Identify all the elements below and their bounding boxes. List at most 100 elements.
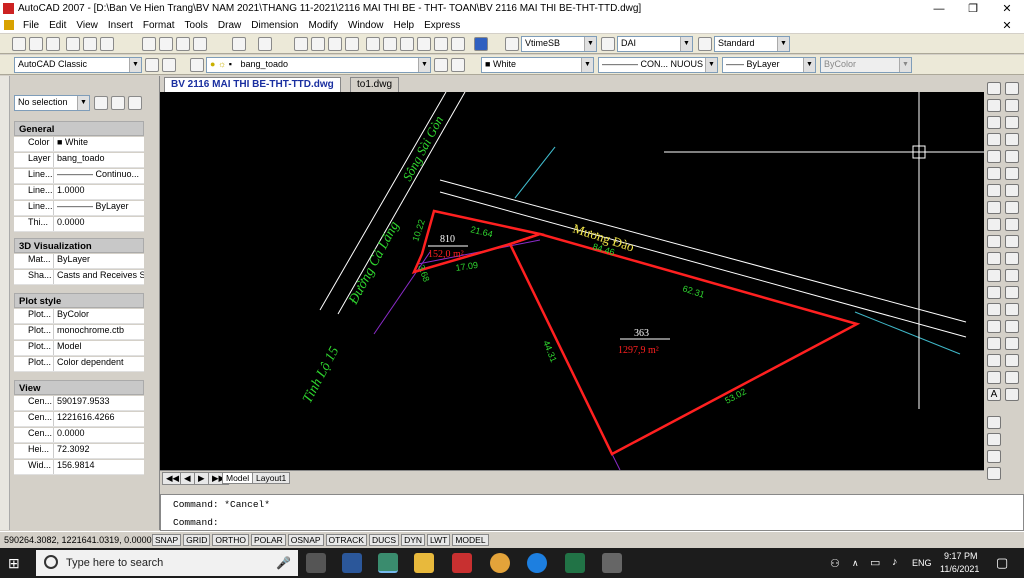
menu-dimension[interactable]: Dimension: [246, 20, 303, 31]
circle-icon[interactable]: [987, 184, 1001, 197]
redo-icon[interactable]: [258, 37, 272, 51]
move-icon[interactable]: [1005, 167, 1019, 180]
make-current-icon[interactable]: [434, 58, 448, 72]
tab-layout1[interactable]: Layout1: [252, 472, 291, 484]
rotate-icon[interactable]: [1005, 184, 1019, 197]
zoom-realtime-icon[interactable]: [311, 37, 325, 51]
dim-aligned-icon[interactable]: [1005, 371, 1019, 384]
open-icon[interactable]: [29, 37, 43, 51]
dim-linear-icon[interactable]: [1005, 354, 1019, 367]
command-line[interactable]: Command: *Cancel* Command:: [160, 494, 1024, 531]
construction-line-icon[interactable]: [987, 99, 1001, 112]
paste-icon[interactable]: [176, 37, 190, 51]
properties-icon[interactable]: [366, 37, 380, 51]
notifications-icon[interactable]: ▢: [996, 555, 1008, 571]
mirror-icon[interactable]: [1005, 116, 1019, 129]
prop-row[interactable]: Cen... 1221616.4266: [14, 412, 144, 427]
section-plot-style[interactable]: Plot style: [14, 293, 144, 308]
break-icon[interactable]: [1005, 269, 1019, 282]
section-3d-visualization[interactable]: 3D Visualization: [14, 238, 144, 253]
taskbar-search-box[interactable]: Type here to search 🎤: [36, 550, 298, 576]
markup-icon[interactable]: [434, 37, 448, 51]
microphone-icon[interactable]: 🎤: [276, 556, 291, 570]
quick-select-icon[interactable]: [128, 96, 142, 110]
undo-icon[interactable]: [232, 37, 246, 51]
file-explorer-icon[interactable]: [414, 553, 434, 573]
layer-tool-icon[interactable]: [987, 467, 1001, 480]
make-block-icon[interactable]: [987, 286, 1001, 299]
insert-block-icon[interactable]: [987, 269, 1001, 282]
stretch-icon[interactable]: [1005, 218, 1019, 231]
layer-select[interactable]: ● ☼ ▪ bang_toado ▼: [206, 57, 431, 73]
status-polar[interactable]: POLAR: [250, 534, 286, 546]
prop-row[interactable]: Thi... 0.0000: [14, 217, 144, 232]
palette-title-strip[interactable]: [0, 76, 10, 530]
status-ducs[interactable]: DUCS: [368, 534, 400, 546]
volume-icon[interactable]: ♪: [892, 556, 898, 568]
prop-row[interactable]: Line... ———— Continuo...: [14, 169, 144, 184]
menu-help[interactable]: Help: [389, 20, 420, 31]
calculator-icon[interactable]: [451, 37, 465, 51]
scale-icon[interactable]: [1005, 201, 1019, 214]
command-prompt[interactable]: Command:: [173, 517, 219, 528]
section-general[interactable]: General: [14, 121, 144, 136]
prop-row[interactable]: Line... 1.0000: [14, 185, 144, 200]
status-lwt[interactable]: LWT: [427, 534, 451, 546]
prop-row[interactable]: Plot... Model: [14, 341, 144, 356]
prop-row[interactable]: Line... ———— ByLayer: [14, 201, 144, 216]
clock-time[interactable]: 9:17 PM: [944, 551, 978, 561]
start-icon[interactable]: ⊞: [8, 555, 24, 571]
save-workspace-icon[interactable]: [162, 58, 176, 72]
menu-view[interactable]: View: [71, 20, 103, 31]
menu-tools[interactable]: Tools: [180, 20, 213, 31]
polyline-icon[interactable]: [987, 116, 1001, 129]
layer-previous-icon[interactable]: [451, 58, 465, 72]
calculator-app-icon[interactable]: [602, 553, 622, 573]
point-icon[interactable]: [987, 303, 1001, 316]
polygon-icon[interactable]: [987, 133, 1001, 146]
status-model[interactable]: MODEL: [452, 534, 489, 546]
word-icon[interactable]: [342, 553, 362, 573]
prop-row[interactable]: Mat... ByLayer: [14, 254, 144, 269]
select-objects-icon[interactable]: [111, 96, 125, 110]
zalo-icon[interactable]: [527, 553, 547, 573]
arc-icon[interactable]: [987, 167, 1001, 180]
app-icon[interactable]: [452, 553, 472, 573]
menu-window[interactable]: Window: [343, 20, 389, 31]
toggle-pickadd-icon[interactable]: [94, 96, 108, 110]
menu-insert[interactable]: Insert: [103, 20, 138, 31]
new-icon[interactable]: [12, 37, 26, 51]
tab-model[interactable]: Model: [222, 472, 254, 484]
lineweight-select[interactable]: —— ByLayer ▼: [722, 57, 816, 73]
help-icon[interactable]: [474, 37, 488, 51]
fillet-icon[interactable]: [1005, 320, 1019, 333]
spline-icon[interactable]: [987, 218, 1001, 231]
prop-row[interactable]: Plot... Color dependent: [14, 357, 144, 372]
status-snap[interactable]: SNAP: [152, 534, 182, 546]
people-icon[interactable]: ⚇: [830, 557, 840, 570]
design-center-icon[interactable]: [383, 37, 397, 51]
layer-tool-icon[interactable]: [987, 433, 1001, 446]
status-ortho[interactable]: ORTHO: [212, 534, 249, 546]
text-style-icon[interactable]: [505, 37, 519, 51]
layer-tool-icon[interactable]: [987, 416, 1001, 429]
dim-radius-icon[interactable]: [1005, 388, 1019, 401]
status-grid[interactable]: GRID: [183, 534, 211, 546]
prop-row[interactable]: Cen... 0.0000: [14, 428, 144, 443]
copy-icon[interactable]: [159, 37, 173, 51]
table-style-icon[interactable]: [698, 37, 712, 51]
tab-main-drawing[interactable]: BV 2116 MAI THI BE-THT-TTD.dwg: [164, 77, 341, 92]
menu-format[interactable]: Format: [138, 20, 180, 31]
color-select[interactable]: ■ White ▼: [481, 57, 594, 73]
line-icon[interactable]: [987, 82, 1001, 95]
prop-row[interactable]: Cen... 590197.9533: [14, 396, 144, 411]
array-icon[interactable]: [1005, 150, 1019, 163]
menu-draw[interactable]: Draw: [213, 20, 246, 31]
menu-modify[interactable]: Modify: [304, 20, 343, 31]
language-indicator[interactable]: ENG: [912, 558, 932, 568]
publish-icon[interactable]: [100, 37, 114, 51]
task-view-icon[interactable]: [306, 553, 326, 573]
match-props-icon[interactable]: [193, 37, 207, 51]
save-icon[interactable]: [46, 37, 60, 51]
plot-icon[interactable]: [66, 37, 80, 51]
